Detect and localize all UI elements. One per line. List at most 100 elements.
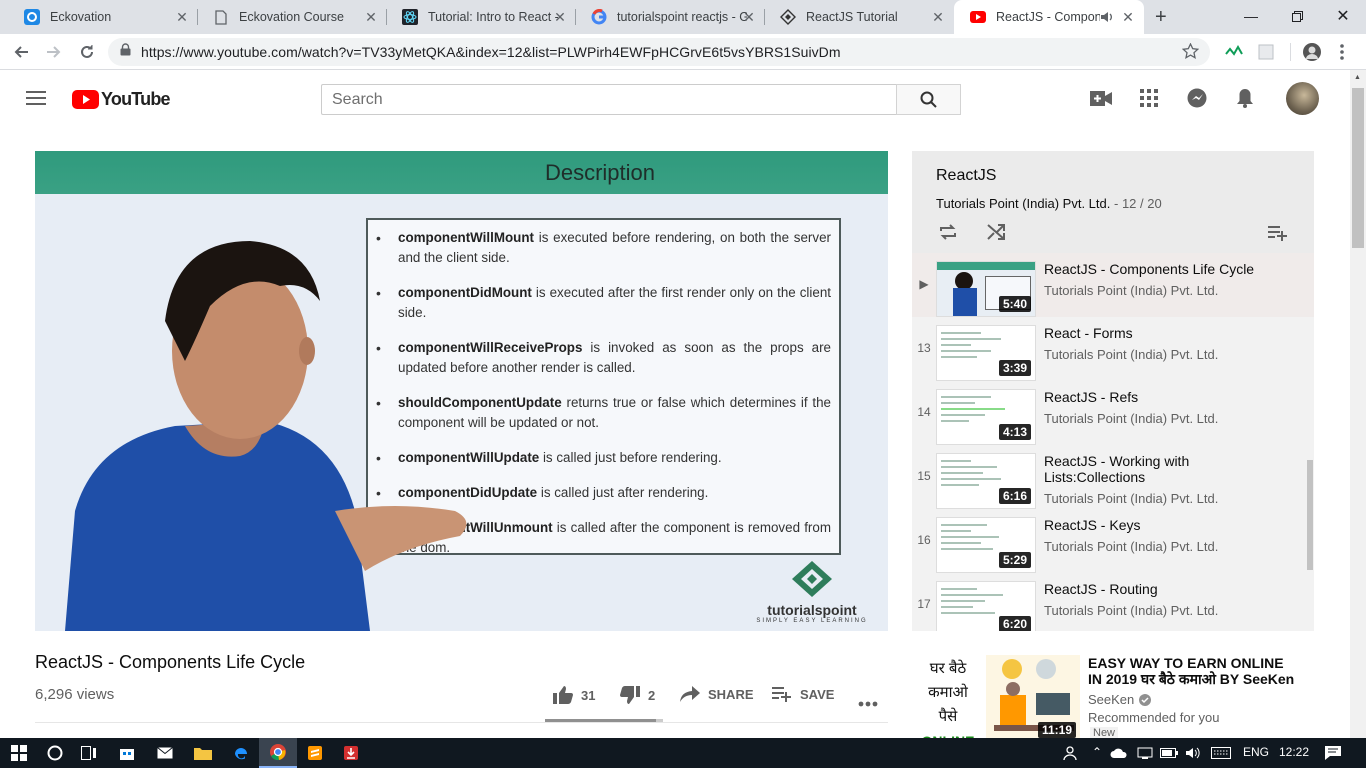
system-clock[interactable]: 12:22 (1279, 745, 1309, 759)
cortana-search-icon[interactable] (36, 738, 74, 768)
address-bar[interactable]: https://www.youtube.com/watch?v=TV33yMet… (108, 38, 1210, 66)
video-player[interactable]: Description componentWillMount is execut… (35, 151, 888, 631)
tab-eckovation[interactable]: Eckovation ✕ (8, 0, 198, 34)
back-button[interactable] (9, 40, 33, 64)
task-view-icon[interactable] (70, 738, 108, 768)
action-center-icon[interactable] (1314, 738, 1352, 768)
playlist-item[interactable]: 14 4:13 ReactJS - Refs Tutorials Point (… (912, 381, 1314, 445)
close-tab-icon[interactable]: ✕ (363, 9, 379, 26)
keyboard-icon[interactable] (1206, 738, 1236, 768)
duration-badge: 3:39 (998, 360, 1031, 376)
playlist-item-title: ReactJS - Components Life Cycle (1044, 261, 1255, 277)
thumb-text: कमाओ (928, 684, 968, 701)
lock-icon[interactable] (120, 43, 131, 61)
input-language[interactable]: ENG (1243, 745, 1269, 759)
show-hidden-icons-icon[interactable]: ⌃ (1092, 745, 1102, 759)
close-tab-icon[interactable]: ✕ (741, 9, 757, 26)
more-actions-icon[interactable] (858, 694, 878, 712)
tab-youtube-active[interactable]: ReactJS - Compone ✕ (954, 0, 1144, 34)
playlist-item[interactable]: 17 6:20 ReactJS - Routing Tutorials Poin… (912, 573, 1314, 631)
dislike-button[interactable]: 2 (620, 686, 655, 704)
maximize-button[interactable] (1274, 0, 1320, 32)
volume-icon[interactable] (1180, 738, 1206, 768)
duration-badge: 4:13 (998, 424, 1031, 440)
search-button[interactable] (896, 84, 961, 115)
sublime-text-icon[interactable] (296, 738, 334, 768)
close-window-button[interactable]: ✕ (1320, 0, 1366, 32)
store-icon[interactable] (108, 738, 146, 768)
scroll-up-arrow-icon[interactable]: ▲ (1354, 74, 1361, 81)
tab-react-tutorial[interactable]: Tutorial: Intro to React - ✕ (386, 0, 576, 34)
new-badge: New (1090, 727, 1119, 738)
duration-badge: 5:29 (998, 552, 1031, 568)
playlist-item[interactable]: 15 6:16 ReactJS - Working with Lists:Col… (912, 445, 1314, 509)
close-tab-icon[interactable]: ✕ (174, 9, 190, 26)
playlist-item[interactable]: 16 5:29 ReactJS - Keys Tutorials Point (… (912, 509, 1314, 573)
close-tab-icon[interactable]: ✕ (930, 9, 946, 26)
extension-grid-icon[interactable] (1254, 40, 1278, 64)
share-arrow-icon (680, 686, 700, 702)
battery-icon[interactable] (1156, 738, 1182, 768)
share-button[interactable]: SHARE (680, 686, 754, 702)
save-playlist-icon[interactable] (1268, 225, 1288, 246)
file-explorer-icon[interactable] (184, 738, 222, 768)
onedrive-icon[interactable] (1106, 738, 1132, 768)
page-scrollbar[interactable]: ▲ (1350, 70, 1366, 738)
playlist-item-thumbnail: 3:39 (936, 325, 1036, 381)
user-avatar[interactable] (1286, 82, 1319, 115)
bookmark-star-icon[interactable] (1181, 42, 1200, 65)
recommended-video-title[interactable]: EASY WAY TO EARN ONLINE IN 2019 घर बैठे … (1088, 655, 1298, 687)
profile-avatar[interactable] (1300, 40, 1324, 64)
audio-playing-icon[interactable] (1100, 10, 1114, 27)
close-tab-icon[interactable]: ✕ (552, 9, 568, 26)
apps-grid-icon[interactable] (1137, 86, 1161, 110)
thumb-text: घर बैठे (929, 660, 967, 677)
hamburger-menu-icon[interactable] (24, 86, 48, 110)
duration-badge: 6:16 (998, 488, 1031, 504)
loop-playlist-icon[interactable] (938, 223, 958, 246)
create-video-icon[interactable] (1089, 86, 1113, 110)
like-button[interactable]: 31 (553, 686, 595, 704)
video-title: ReactJS - Components Life Cycle (35, 652, 306, 672)
youtube-logo[interactable]: YouTube (72, 89, 171, 110)
close-tab-icon[interactable]: ✕ (1120, 9, 1136, 26)
view-count: 6,296 views (35, 686, 115, 703)
extension-icon[interactable] (1222, 40, 1246, 64)
minimize-button[interactable]: — (1228, 0, 1274, 32)
playlist-item-title: ReactJS - Working with Lists:Collections (1044, 453, 1190, 485)
windows-start-icon[interactable] (0, 738, 38, 768)
playlist-position: 12 / 20 (1121, 196, 1162, 211)
reload-button[interactable] (75, 40, 99, 64)
network-icon[interactable] (1132, 738, 1158, 768)
chrome-taskbar-icon[interactable] (259, 738, 297, 768)
eckovation-icon (24, 9, 40, 25)
save-button[interactable]: SAVE (772, 686, 834, 702)
playlist-item-channel: Tutorials Point (India) Pvt. Ltd. (1044, 411, 1219, 426)
windows-taskbar: ⌃ ENG 12:22 (0, 738, 1366, 768)
tab-reactjs-tutorial[interactable]: ReactJS Tutorial ✕ (764, 0, 954, 34)
forward-button[interactable] (42, 40, 66, 64)
people-icon[interactable] (1052, 738, 1090, 768)
recommended-channel[interactable]: SeeKen (1088, 692, 1152, 707)
shuffle-playlist-icon[interactable] (986, 223, 1006, 246)
tab-title: Tutorial: Intro to React - (428, 10, 558, 24)
new-tab-button[interactable]: + (1155, 6, 1167, 29)
recommended-video-thumbnail[interactable]: घर बैठे कमाओ पैसे ONLINE 11:19 (912, 655, 1080, 738)
chrome-menu-icon[interactable] (1330, 40, 1354, 64)
playlist-item[interactable]: 13 3:39 React - Forms Tutorials Point (I… (912, 317, 1314, 381)
messages-icon[interactable] (1185, 86, 1209, 110)
duration-badge: 6:20 (998, 616, 1031, 631)
playlist-title[interactable]: ReactJS (936, 167, 996, 185)
playlist-channel[interactable]: Tutorials Point (India) Pvt. Ltd. (936, 196, 1110, 211)
tab-eckovation-course[interactable]: Eckovation Course ✕ (197, 0, 387, 34)
playlist-item-current[interactable]: ▶ 5:40 ReactJS - Components Life Cycle T… (912, 253, 1314, 317)
search-input[interactable]: Search (321, 84, 897, 115)
playlist-scrollbar[interactable] (1307, 460, 1313, 570)
notifications-bell-icon[interactable] (1233, 86, 1257, 110)
playlist-item-thumbnail: 6:16 (936, 453, 1036, 509)
tab-google-search[interactable]: tutorialspoint reactjs - G ✕ (575, 0, 765, 34)
mail-icon[interactable] (146, 738, 184, 768)
edge-browser-icon[interactable] (222, 738, 260, 768)
downloader-icon[interactable] (332, 738, 370, 768)
page-scrollbar-thumb[interactable] (1352, 88, 1364, 248)
